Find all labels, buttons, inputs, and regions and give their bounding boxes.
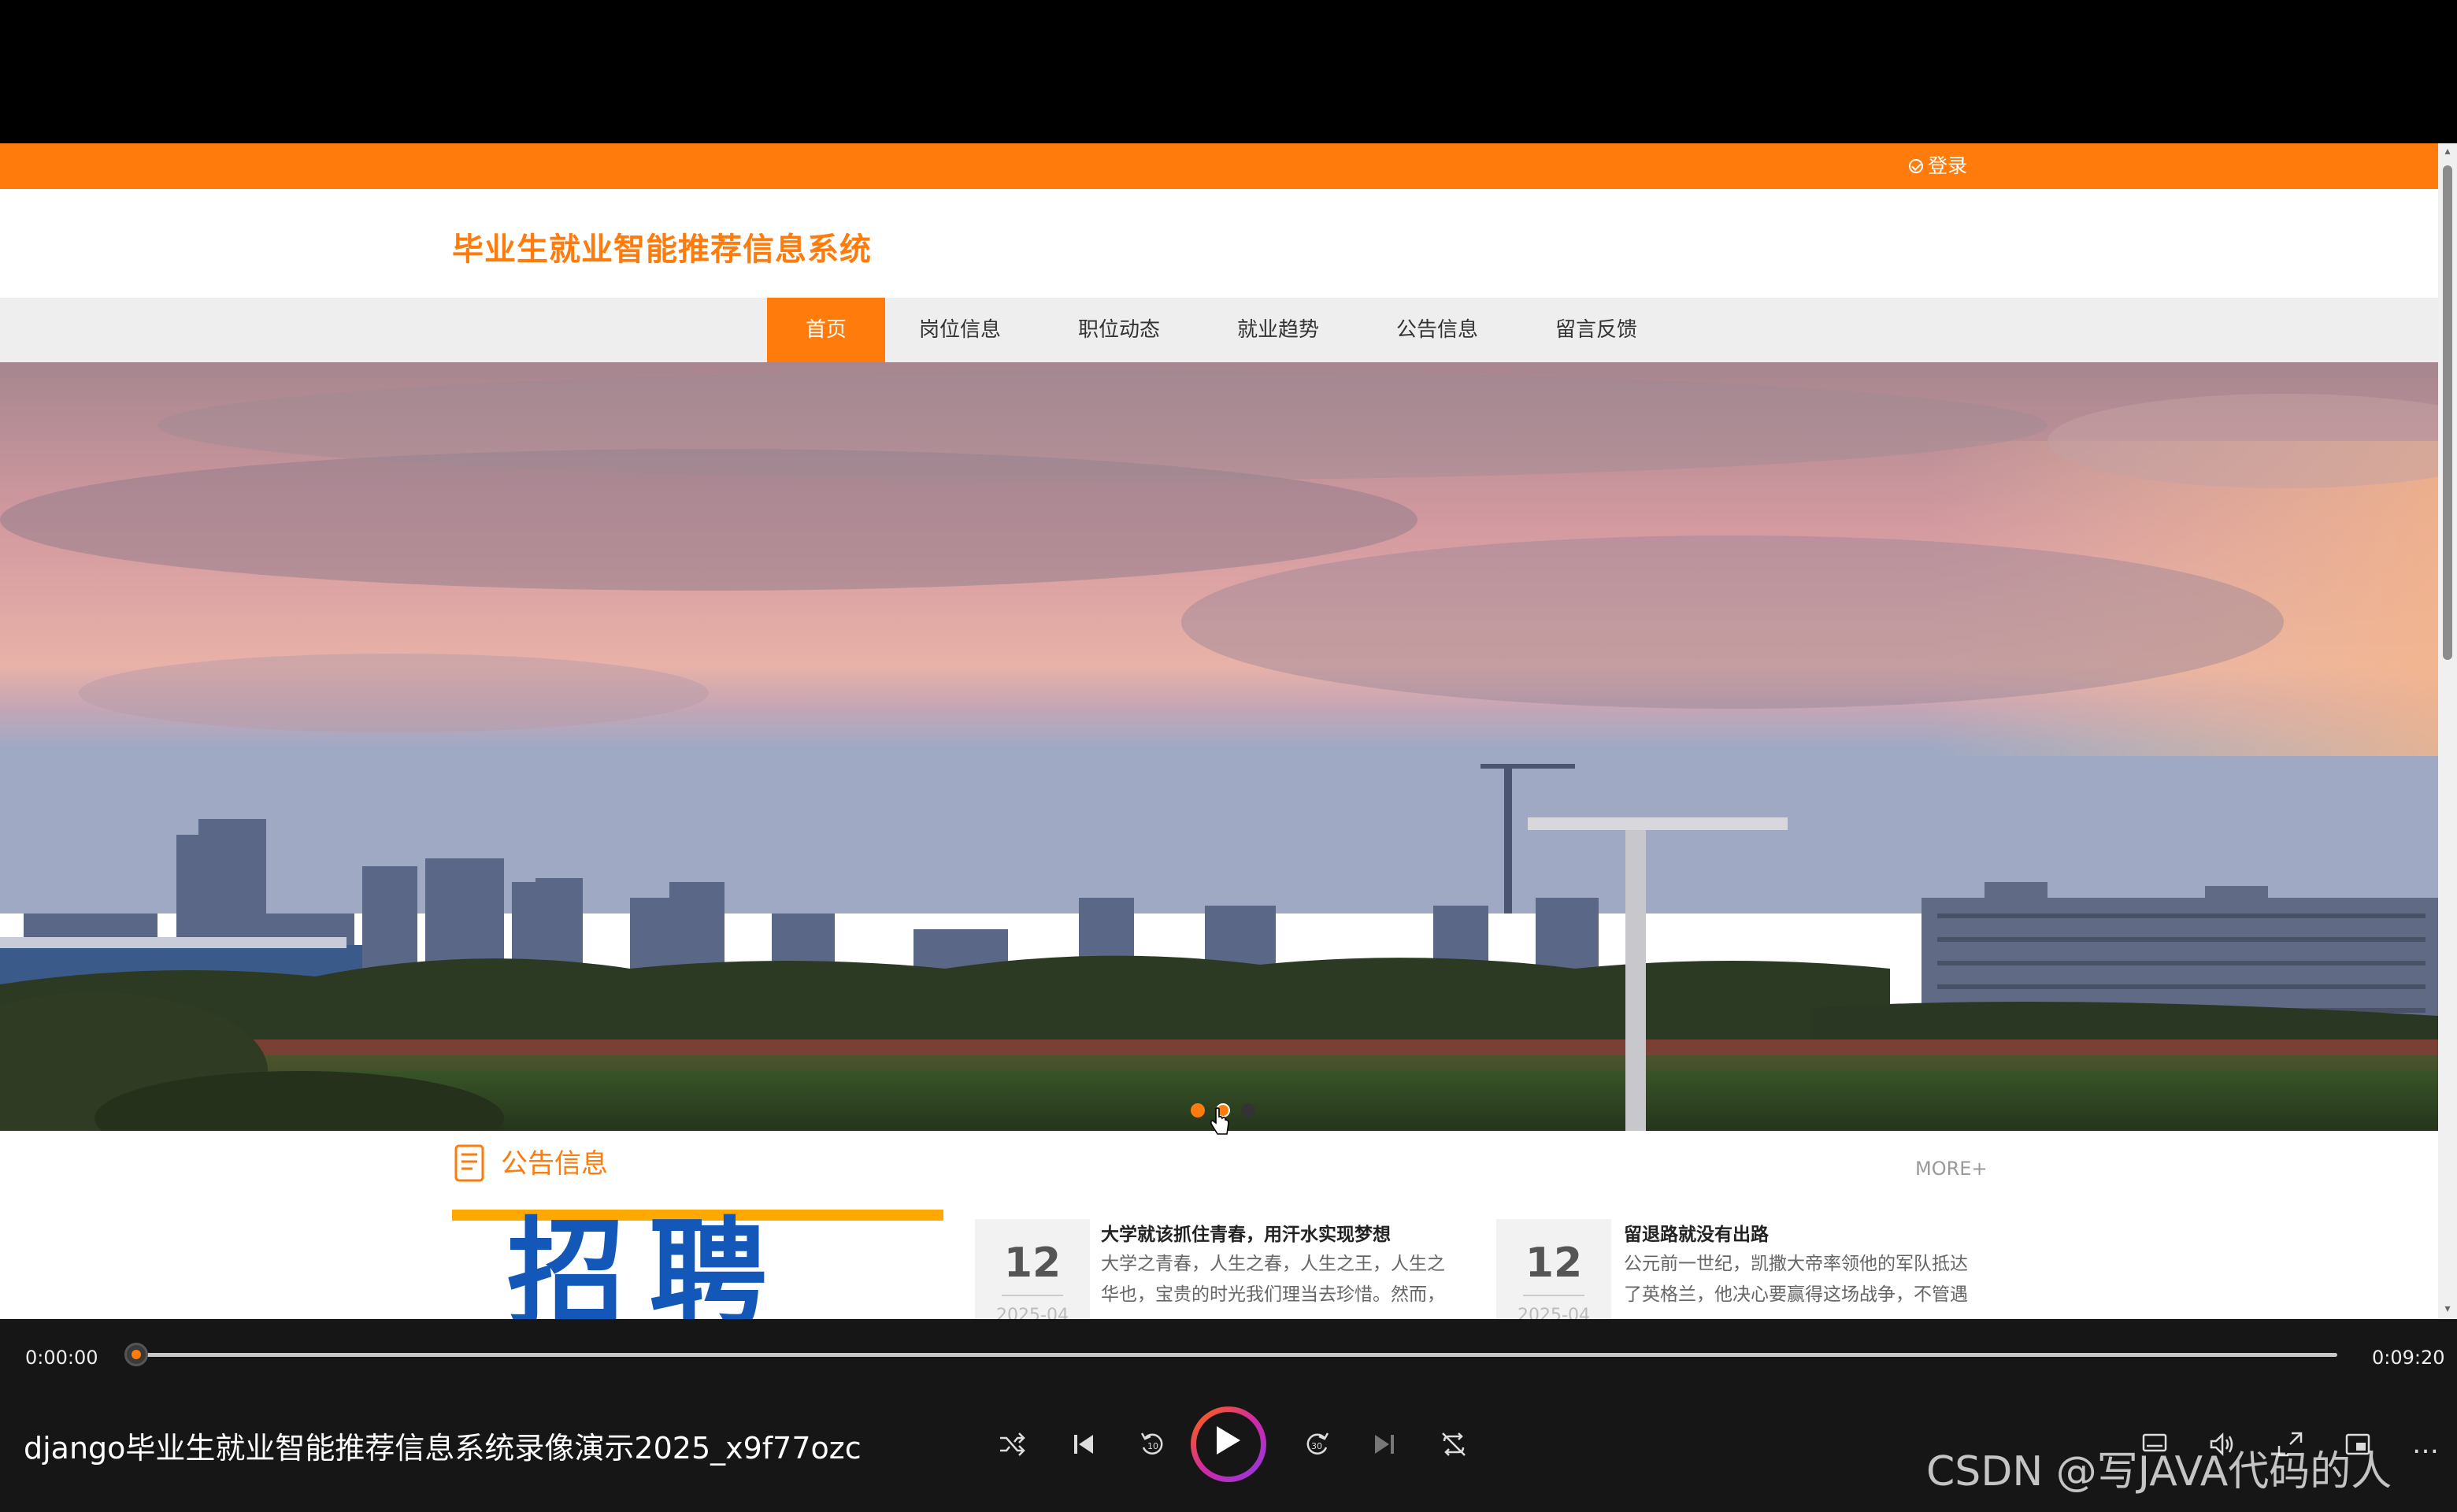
banner-image [0,362,2438,1131]
news-desc: 公元前一世纪，凯撒大帝率领他的军队抵达了英格兰，他决心要赢得这场战争，不管遇 [1624,1254,1968,1305]
news-date-box: 12 2025-04 [975,1219,1090,1319]
login-link[interactable]: 登录 [1909,151,1967,181]
forward-30-icon[interactable]: 30 [1299,1427,1334,1462]
video-letterbox-top [0,0,2457,143]
next-icon[interactable] [1367,1427,1402,1462]
nav-item-jobs[interactable]: 岗位信息 [885,298,1035,362]
current-time: 0:00:00 [25,1347,98,1369]
seek-handle[interactable] [124,1343,148,1366]
login-label: 登录 [1928,154,1968,177]
main-nav: 首页 岗位信息 职位动态 就业趋势 公告信息 留言反馈 [0,298,2438,362]
hand-cursor-icon [1210,1107,1229,1135]
news-desc: 大学之青春，人生之春，人生之王，人生之华也，宝贵的时光我们理当去珍惜。然而， [1101,1254,1445,1305]
carousel-dot-1[interactable] [1191,1103,1205,1117]
check-circle-icon [1909,159,1923,173]
video-title: django毕业生就业智能推荐信息系统录像演示2025_x9f77ozc [24,1431,862,1466]
news-title[interactable]: 大学就该抓住青春，用汗水实现梦想 [1101,1219,1391,1246]
recruit-image[interactable]: 招聘 [452,1210,943,1319]
nav-item-job-news[interactable]: 职位动态 [1044,298,1194,362]
seek-bar[interactable] [137,1353,2337,1357]
more-options-icon[interactable]: … [2408,1427,2443,1462]
scroll-down-arrow-icon[interactable]: ▾ [2441,1303,2454,1315]
svg-text:10: 10 [1147,1441,1158,1451]
web-page: 登录 毕业生就业智能推荐信息系统 首页 岗位信息 职位动态 就业趋势 公告信息 … [0,143,2438,1319]
top-bar: 登录 [0,143,2438,189]
total-time: 0:09:20 [2372,1347,2445,1369]
news-title[interactable]: 留退路就没有出路 [1624,1219,1769,1246]
news-date-box: 12 2025-04 [1496,1219,1611,1319]
previous-icon[interactable] [1066,1427,1101,1462]
nav-item-trends[interactable]: 就业趋势 [1203,298,1353,362]
nav-item-feedback[interactable]: 留言反馈 [1521,298,1671,362]
news-day: 12 [1003,1240,1062,1287]
repeat-off-icon[interactable] [1436,1427,1471,1462]
news-month: 2025-04 [1518,1306,1590,1319]
rewind-10-icon[interactable]: 10 [1136,1427,1170,1462]
nav-item-home[interactable]: 首页 [767,298,885,362]
carousel-dot-3[interactable] [1241,1103,1255,1117]
site-title: 毕业生就业智能推荐信息系统 [452,232,872,268]
banner-carousel[interactable] [0,362,2438,1131]
news-day: 12 [1525,1240,1583,1287]
svg-text:30: 30 [1311,1441,1322,1451]
news-month: 2025-04 [996,1306,1069,1319]
watermark: CSDN @写JAVA代码的人 [1926,1448,2392,1495]
document-icon [454,1144,484,1182]
recruit-image-text: 招聘 [507,1210,791,1319]
notice-section-title: 公告信息 [501,1148,608,1180]
play-button[interactable] [1191,1406,1266,1482]
nav-item-notices[interactable]: 公告信息 [1362,298,1512,362]
scrollbar-thumb[interactable] [2443,165,2452,660]
scroll-up-arrow-icon[interactable]: ▴ [2441,145,2454,158]
play-icon [1217,1426,1240,1455]
more-link[interactable]: MORE+ [1915,1158,1988,1180]
shuffle-icon[interactable] [995,1427,1030,1462]
